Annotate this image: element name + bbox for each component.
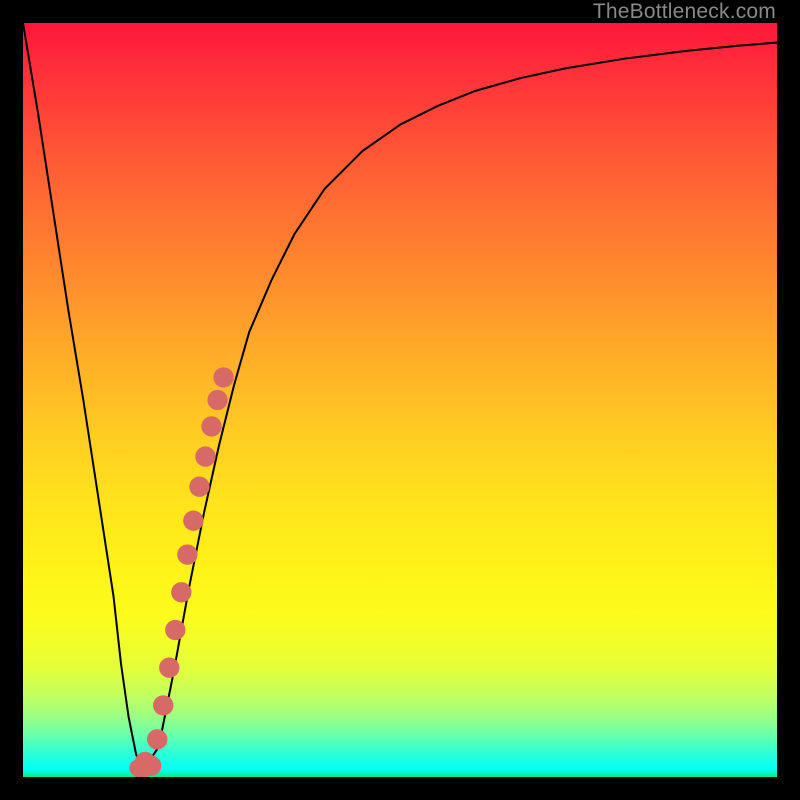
highlight-dot [189,477,209,497]
highlight-dot [207,390,227,410]
chart-frame: TheBottleneck.com [0,0,800,800]
watermark-text: TheBottleneck.com [593,0,776,24]
plot-area [23,23,777,777]
highlight-dot [159,657,179,677]
highlight-dot [201,416,221,436]
curve-svg [23,23,777,777]
highlight-dot [213,367,233,387]
highlight-dot [153,695,173,715]
highlight-dot [195,446,215,466]
highlight-dot [183,510,203,530]
highlight-dot [147,729,167,749]
highlight-dot [165,620,185,640]
highlight-dot [177,544,197,564]
highlight-dot [171,582,191,602]
highlight-segment [129,367,233,777]
highlight-dot [135,761,152,777]
bottleneck-curve-path [23,23,777,769]
